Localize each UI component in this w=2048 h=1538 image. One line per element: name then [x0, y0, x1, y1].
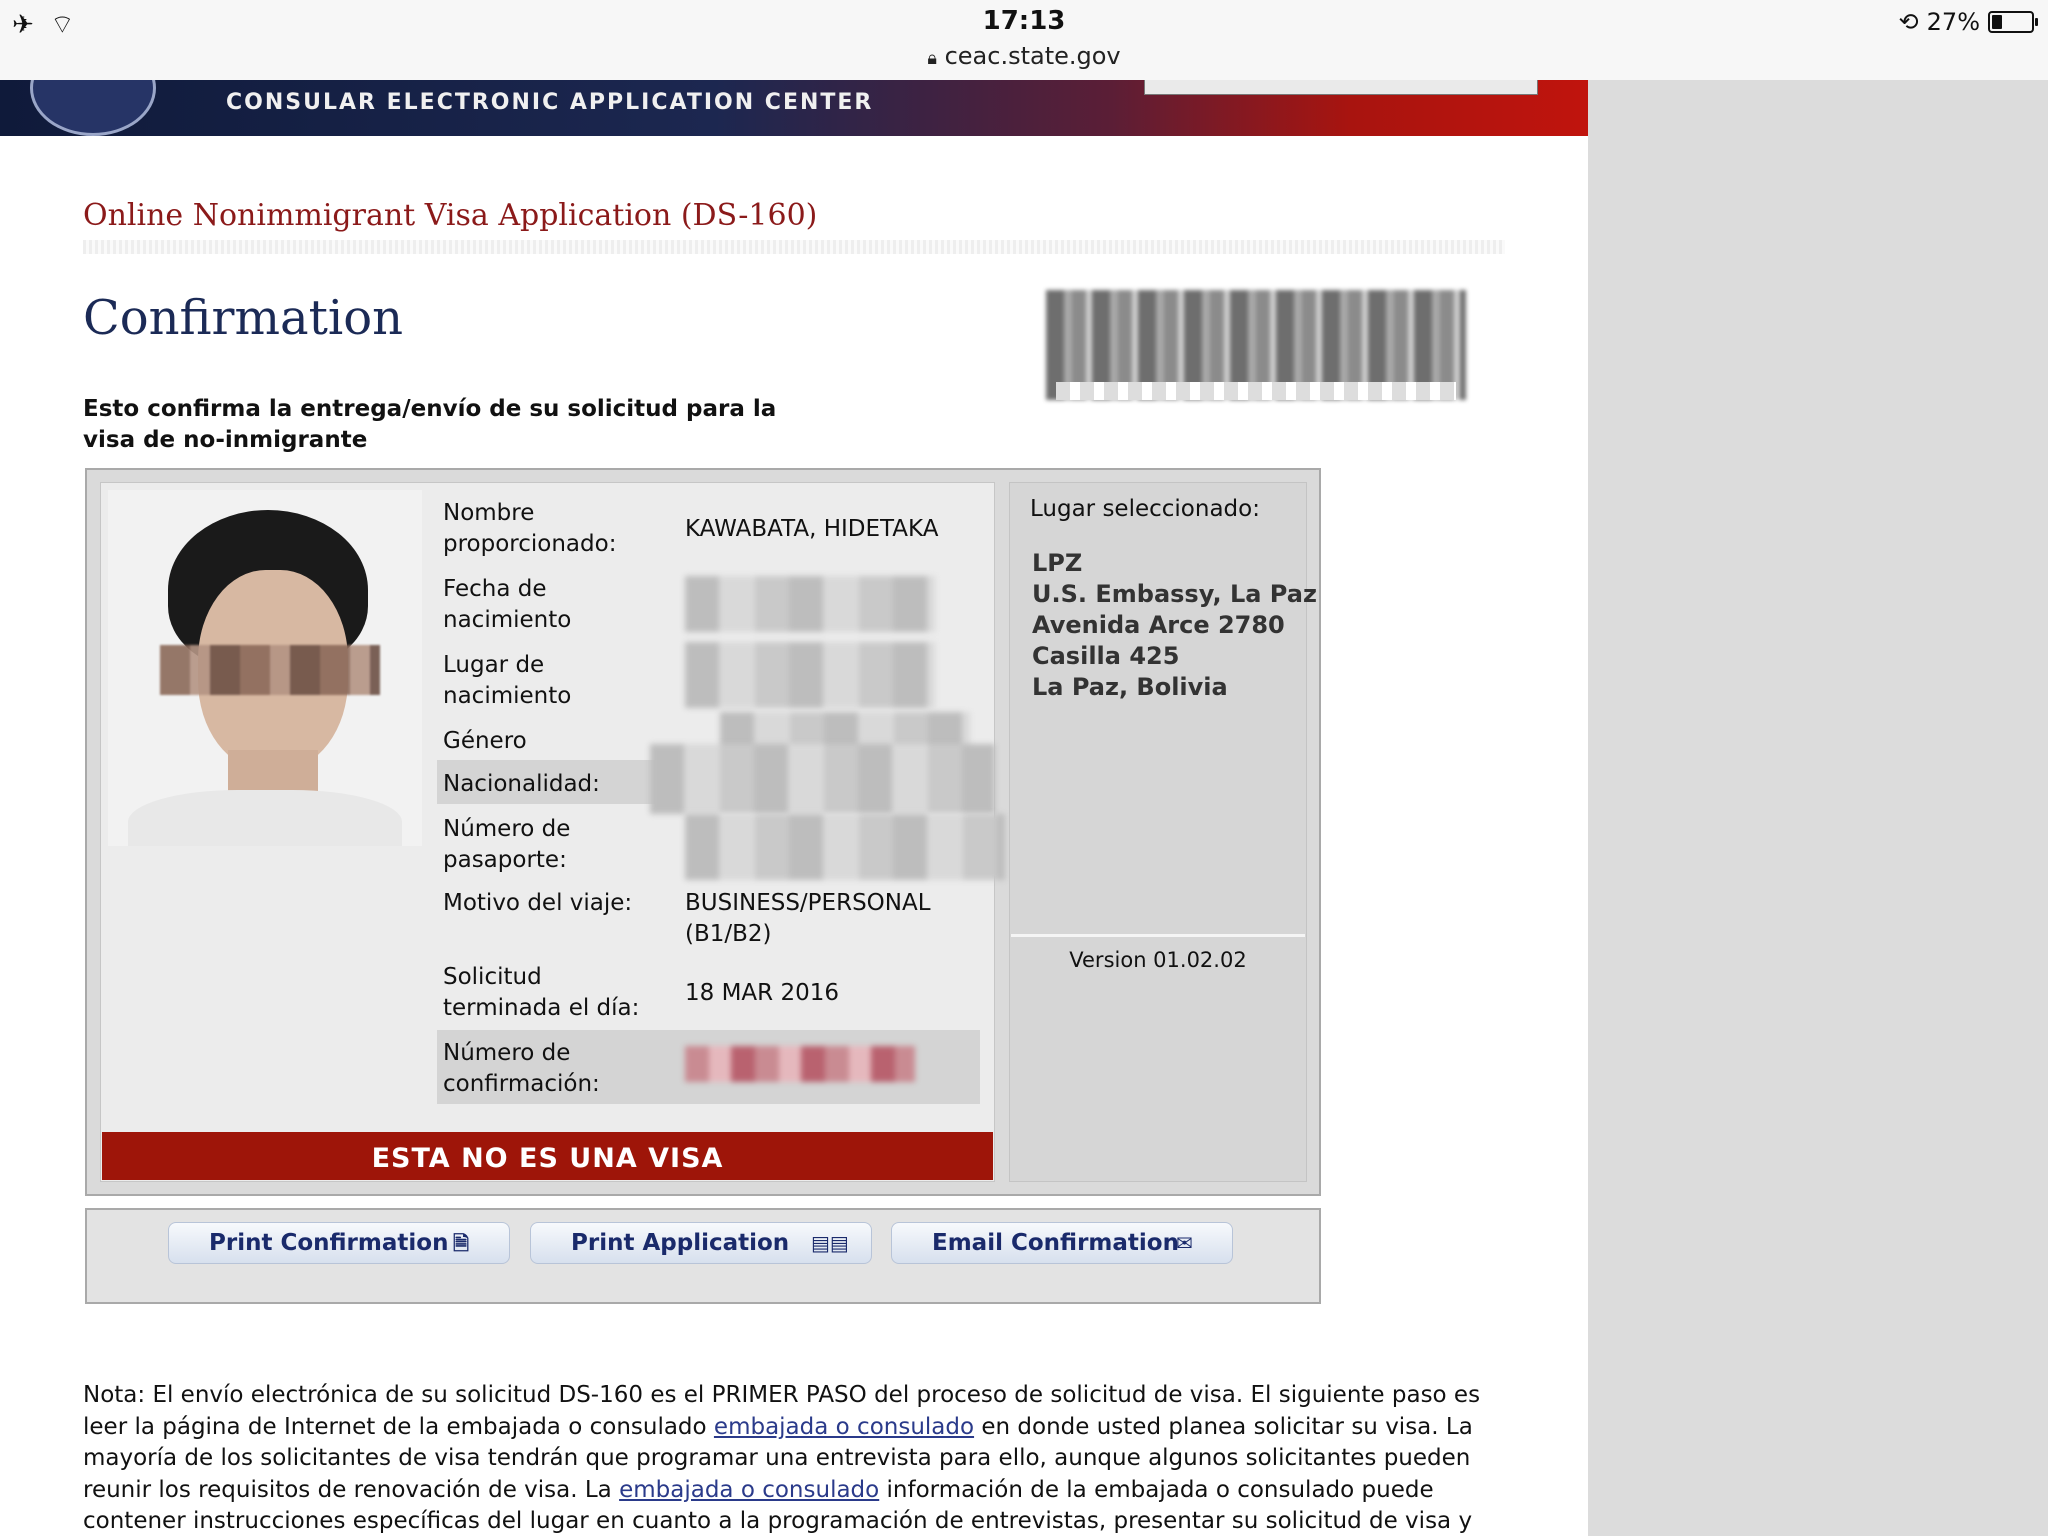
location-street: Avenida Arce 2780 [1032, 611, 1285, 639]
email-confirmation-button[interactable]: Email Confirmation ✉ [891, 1222, 1233, 1264]
status-time: 17:13 [982, 6, 1066, 36]
label-completed-date: Solicitud terminada el día: [443, 964, 640, 1021]
value-confirmation-number-redacted [685, 1046, 915, 1082]
address-url: ceac.state.gov [944, 42, 1121, 70]
note-paragraph: Nota: El envío electrónica de su solicit… [83, 1380, 1513, 1538]
embassy-consulate-link-1[interactable]: embajada o consulado [714, 1414, 974, 1440]
not-a-visa-banner: ESTA NO ES UNA VISA [102, 1132, 993, 1180]
status-bar: ✈ ⌔ 17:13 🔒︎ ceac.state.gov ⟲ 27% [0, 0, 2048, 81]
status-right: ⟲ 27% [1898, 8, 2038, 36]
location-embassy: U.S. Embassy, La Paz [1032, 580, 1317, 608]
document-icon: 🗎 [453, 1231, 470, 1255]
page-title: Confirmation [83, 290, 404, 346]
location-label: Lugar seleccionado: [1030, 496, 1260, 522]
embassy-consulate-link-2[interactable]: embajada o consulado [619, 1477, 879, 1503]
orientation-lock-icon: ⟲ [1898, 8, 1919, 36]
application-title: Online Nonimmigrant Visa Application (DS… [83, 198, 818, 233]
version-label: Version 01.02.02 [1069, 948, 1247, 972]
print-confirmation-label: Print Confirmation [209, 1230, 449, 1256]
print-application-button[interactable]: Print Application ▤▤ [530, 1222, 872, 1264]
label-purpose: Motivo del viaje: [443, 890, 633, 916]
battery-percent: 27% [1926, 8, 1980, 36]
language-select[interactable] [1144, 80, 1538, 95]
confirmation-subtitle: Esto confirma la entrega/envío de su sol… [83, 396, 777, 453]
applicant-photo [108, 490, 422, 846]
email-confirmation-label: Email Confirmation [932, 1230, 1179, 1256]
battery-level [1992, 15, 2002, 29]
location-box: Casilla 425 [1032, 642, 1180, 670]
photo-shirt [128, 790, 402, 846]
banner-title: CONSULAR ELECTRONIC APPLICATION CENTER [226, 90, 874, 115]
label-confirmation-number: Número de confirmación: [443, 1040, 600, 1097]
value-purpose: BUSINESS/PERSONAL (B1/B2) [685, 890, 931, 947]
location-address: LPZ U.S. Embassy, La Paz Avenida Arce 27… [1032, 548, 1317, 703]
label-birth-date: Fecha de nacimiento [443, 576, 572, 633]
page-margin [1588, 80, 2048, 1536]
address-bar[interactable]: 🔒︎ ceac.state.gov [0, 42, 2048, 70]
value-completed-date: 18 MAR 2016 [685, 980, 839, 1006]
label-passport: Número de pasaporte: [443, 816, 571, 873]
state-department-seal-icon [30, 80, 156, 136]
value-birth-date-redacted [685, 576, 935, 632]
battery-icon [1988, 11, 2038, 33]
value-passport-redacted [685, 814, 1005, 880]
value-nationality-redacted [650, 744, 995, 814]
lock-icon: 🔒︎ [927, 48, 937, 69]
site-banner: CONSULAR ELECTRONIC APPLICATION CENTER [0, 80, 1588, 136]
pages-icon: ▤▤ [811, 1231, 849, 1255]
barcode-caption [1056, 382, 1456, 400]
value-name: KAWABATA, HIDETAKA [685, 516, 939, 542]
label-nationality: Nacionalidad: [443, 771, 600, 797]
label-gender: Género [443, 728, 527, 754]
location-city: La Paz, Bolivia [1032, 673, 1228, 701]
photo-eye-mask [160, 645, 380, 695]
location-code: LPZ [1032, 549, 1083, 577]
print-application-label: Print Application [571, 1230, 790, 1256]
value-birth-place-redacted [685, 642, 935, 708]
title-divider [83, 240, 1505, 254]
envelope-icon: ✉ [1176, 1231, 1193, 1255]
label-name: Nombre proporcionado: [443, 500, 617, 557]
print-confirmation-button[interactable]: Print Confirmation 🗎 [168, 1222, 510, 1264]
location-divider [1011, 934, 1305, 937]
label-birth-place: Lugar de nacimiento [443, 652, 572, 709]
